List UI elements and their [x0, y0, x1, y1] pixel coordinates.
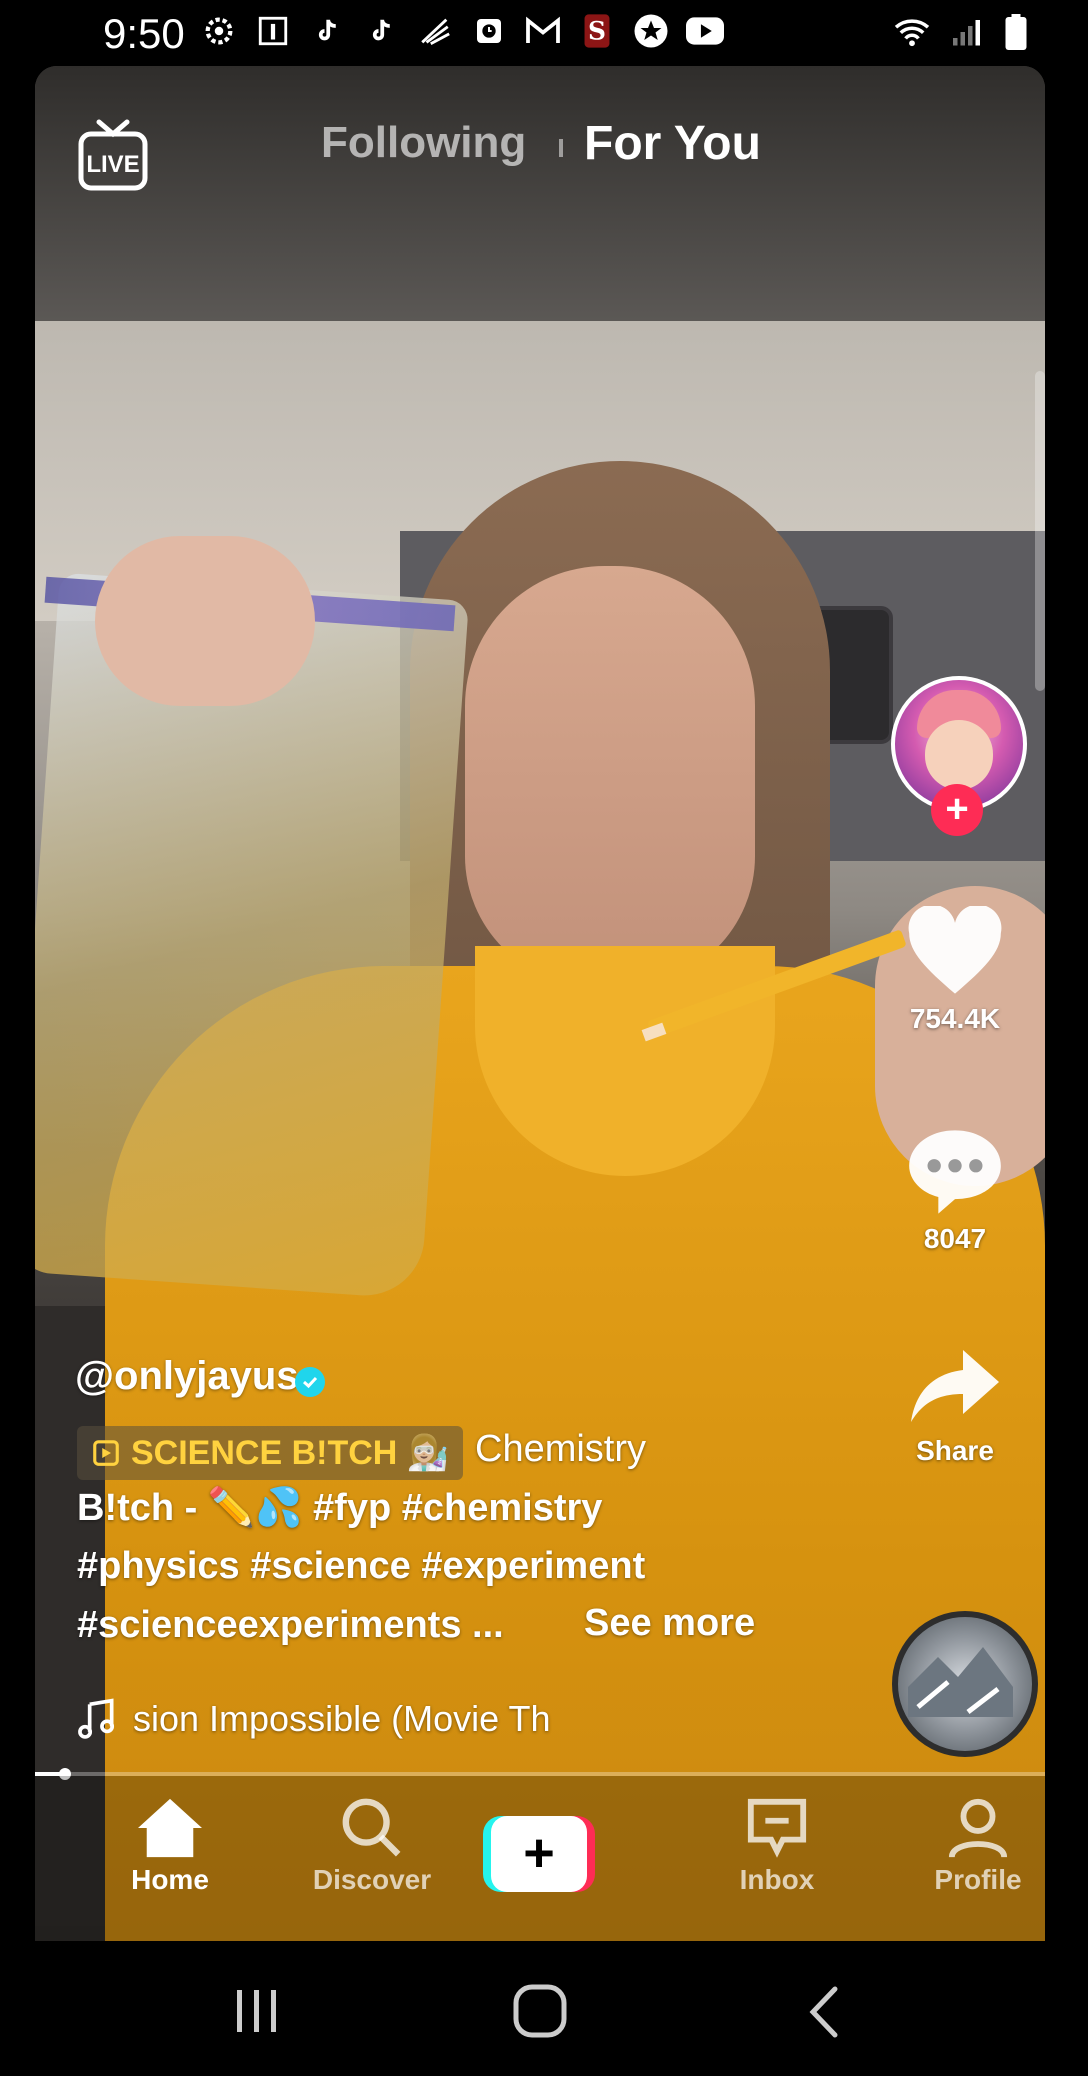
like-count: 754.4K [909, 1003, 1001, 1034]
see-more-link[interactable]: See more [584, 1602, 755, 1645]
wifi-icon [892, 16, 932, 53]
bottom-navigation: Home Discover + Inbox Profile [35, 1776, 1045, 1941]
svg-text:S: S [588, 16, 606, 45]
nav-inbox[interactable]: Inbox [702, 1796, 852, 1896]
notification-icons: S [200, 12, 724, 50]
tiktok-icon [308, 12, 346, 50]
clock-icon [470, 12, 508, 50]
avatar-face-art [925, 720, 993, 790]
comment-icon [909, 1130, 1001, 1214]
nav-profile[interactable]: Profile [903, 1796, 1045, 1896]
live-button[interactable]: LIVE [77, 114, 149, 194]
effect-icon [93, 1440, 119, 1466]
album-art-icon [908, 1647, 1013, 1717]
live-tv-icon: LIVE [78, 119, 148, 191]
effect-label: SCIENCE B!TCH 👩🏼‍🔬 [131, 1434, 450, 1472]
nav-discover-label: Discover [312, 1864, 432, 1895]
caption-line-1: Chemistry [475, 1428, 647, 1470]
share-label: Share [916, 1435, 994, 1466]
sprint-icon [416, 12, 454, 50]
video-feed[interactable]: LIVE Following For You + 754.4K 8047 Sha… [35, 66, 1045, 1941]
tab-divider [559, 139, 563, 157]
battery-icon [1004, 14, 1028, 55]
nav-discover[interactable]: Discover [297, 1796, 447, 1896]
youtube-icon [686, 12, 724, 50]
music-title: sion Impossible (Movie Th [133, 1698, 551, 1739]
scroll-indicator [1035, 371, 1045, 691]
comment-count: 8047 [923, 1223, 987, 1254]
music-ticker[interactable]: sion Impossible (Movie Th [75, 1694, 573, 1744]
nav-home[interactable]: Home [95, 1796, 245, 1896]
star-icon [632, 12, 670, 50]
status-time: 9:50 [103, 10, 185, 57]
inbox-icon [747, 1798, 807, 1858]
effect-chip[interactable]: SCIENCE B!TCH 👩🏼‍🔬 [77, 1426, 464, 1480]
signal-icon [950, 16, 986, 53]
status-bar: 9:50 S [0, 0, 1088, 66]
caption-line-3[interactable]: #physics #science #experiment [77, 1545, 645, 1588]
like-button[interactable]: 754.4K [895, 904, 1015, 1035]
caption-line-2[interactable]: B!tch - ✏️💦 #fyp #chemistry [77, 1486, 602, 1530]
share-arrow-icon [911, 1350, 999, 1422]
video-left-hand [95, 536, 315, 706]
system-status-icons [892, 14, 1028, 55]
video-ceiling [35, 66, 1045, 326]
caption-line-4[interactable]: #scienceexperiments ... [77, 1604, 504, 1647]
stanford-icon: S [578, 12, 616, 50]
music-note-icon [78, 1698, 115, 1739]
search-icon [342, 1798, 401, 1857]
nav-inbox-label: Inbox [739, 1864, 815, 1895]
heart-icon [908, 904, 1002, 994]
info-icon [254, 12, 292, 50]
profile-icon [948, 1798, 1008, 1858]
home-system-icon[interactable] [512, 1983, 568, 2039]
back-icon[interactable] [805, 1985, 845, 2039]
nav-home-label: Home [131, 1864, 209, 1895]
create-plus-icon: + [491, 1816, 587, 1892]
home-icon [138, 1798, 202, 1858]
create-button[interactable]: + [483, 1816, 595, 1892]
gear-icon [200, 12, 238, 50]
video-person-face [465, 566, 755, 986]
creator-username[interactable]: @onlyjayus [75, 1354, 299, 1399]
follow-button[interactable]: + [931, 784, 983, 836]
share-button[interactable]: Share [895, 1346, 1015, 1467]
android-navigation-bar [0, 1941, 1088, 2076]
tab-following[interactable]: Following [321, 118, 526, 168]
gmail-icon [524, 12, 562, 50]
live-label: LIVE [86, 151, 139, 178]
nav-profile-label: Profile [934, 1864, 1022, 1895]
music-disc[interactable] [892, 1611, 1038, 1757]
tab-for-you[interactable]: For You [584, 116, 761, 171]
tiktok-icon [362, 12, 400, 50]
comment-button[interactable]: 8047 [895, 1126, 1015, 1255]
recent-apps-icon[interactable] [233, 1986, 281, 2036]
verified-badge-icon [295, 1367, 325, 1397]
